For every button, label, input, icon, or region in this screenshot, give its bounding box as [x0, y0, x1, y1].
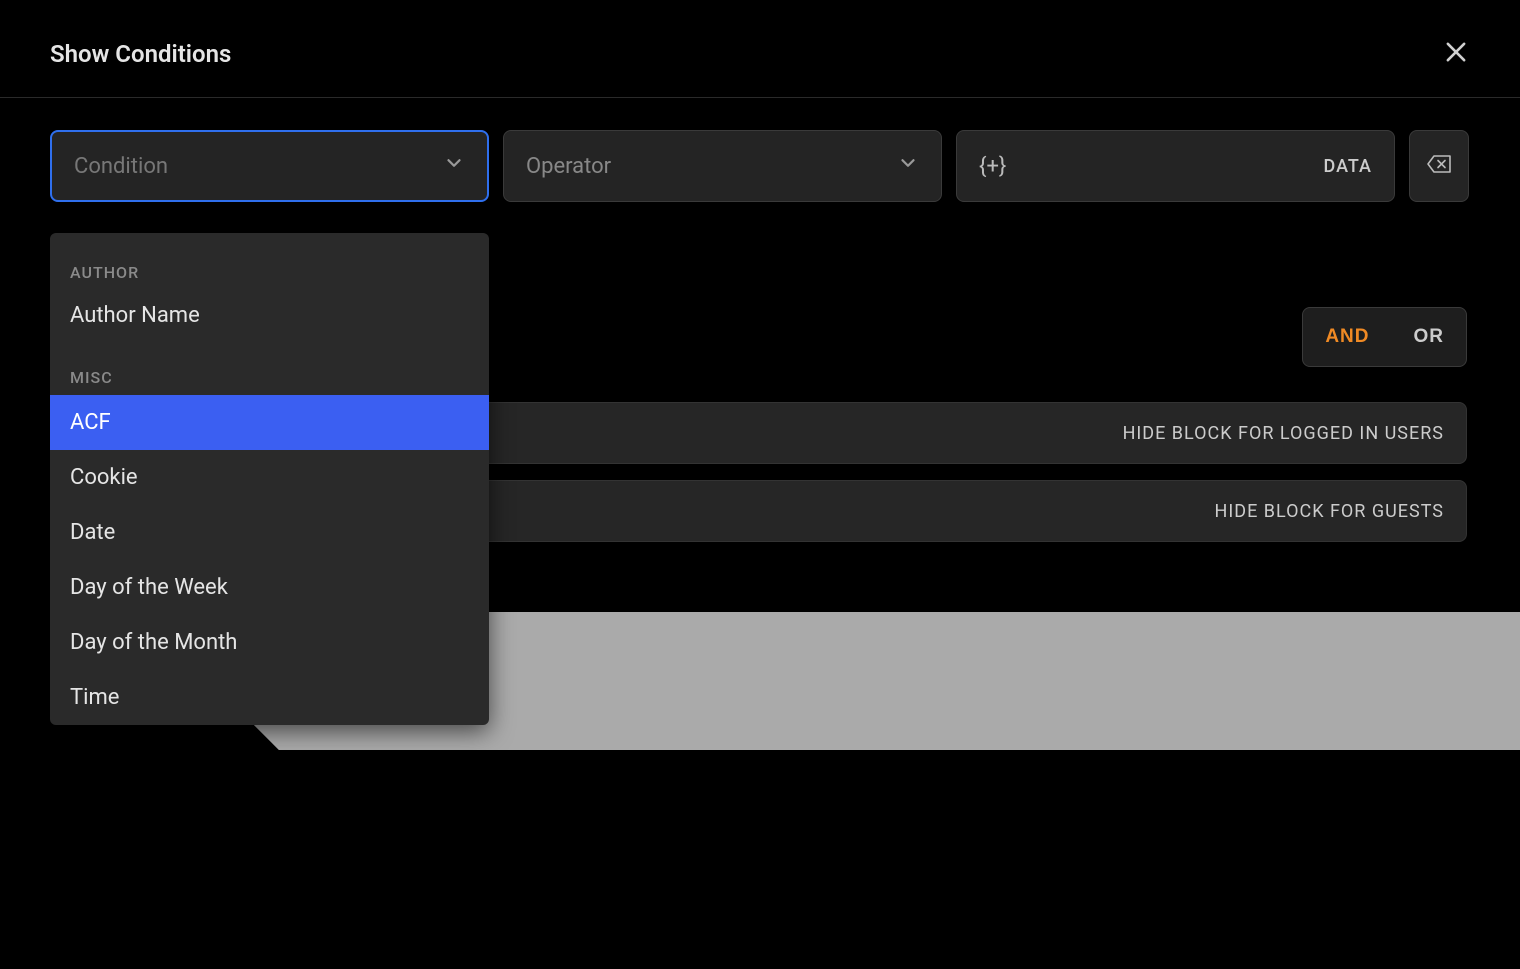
delete-condition-button[interactable] [1409, 130, 1469, 202]
backspace-icon [1427, 155, 1451, 177]
operator-select[interactable]: Operator [503, 130, 942, 202]
chevron-down-icon [443, 152, 465, 180]
and-toggle[interactable]: AND [1303, 308, 1391, 366]
dialog-header: Show Conditions [0, 0, 1520, 98]
value-placeholder: {+} [979, 154, 1006, 179]
hide-block-logged-in-label: HIDE BLOCK FOR LOGGED IN USERS [1123, 423, 1444, 444]
dialog-title: Show Conditions [50, 40, 231, 68]
dropdown-group-label: MISC [50, 348, 489, 395]
close-icon [1442, 38, 1470, 69]
dropdown-option[interactable]: Date [50, 505, 489, 560]
dropdown-group-label: AUTHOR [50, 233, 489, 290]
dropdown-option[interactable]: Cookie [50, 450, 489, 505]
condition-placeholder: Condition [74, 154, 168, 179]
data-button-label[interactable]: DATA [1324, 156, 1372, 177]
condition-select[interactable]: Condition [50, 130, 489, 202]
chevron-down-icon [897, 152, 919, 180]
condition-dropdown: AUTHORAuthor NameMISCACFCookieDateDay of… [50, 233, 489, 725]
dropdown-option[interactable]: Day of the Week [50, 560, 489, 615]
dropdown-option[interactable]: Day of the Month [50, 615, 489, 670]
condition-builder-row: Condition Operator {+} DATA [0, 98, 1520, 202]
dropdown-option[interactable]: Time [50, 670, 489, 725]
or-toggle[interactable]: OR [1392, 308, 1467, 366]
dropdown-option[interactable]: Author Name [50, 290, 489, 348]
logic-toggle: AND OR [1302, 307, 1467, 367]
close-button[interactable] [1442, 38, 1470, 69]
hide-block-guests-label: HIDE BLOCK FOR GUESTS [1215, 501, 1444, 522]
operator-placeholder: Operator [526, 154, 611, 179]
dropdown-option[interactable]: ACF [50, 395, 489, 450]
value-input[interactable]: {+} DATA [956, 130, 1395, 202]
